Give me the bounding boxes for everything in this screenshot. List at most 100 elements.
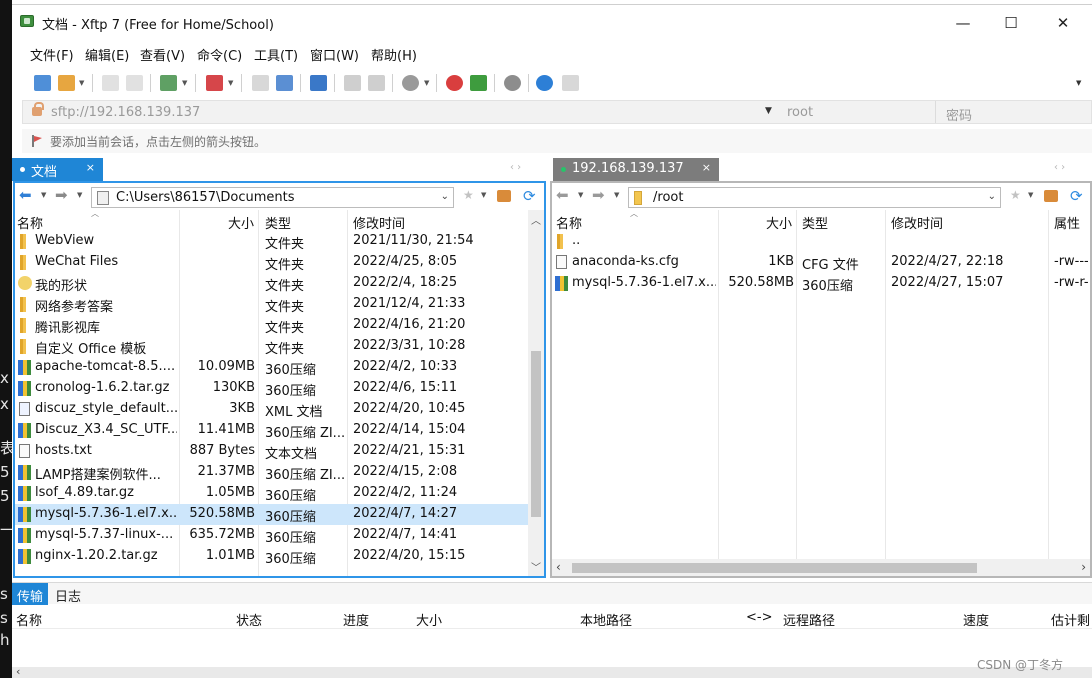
- tab-scroll-arrows[interactable]: ‹ ›: [510, 162, 521, 173]
- copy-path-icon[interactable]: [344, 75, 361, 91]
- scroll-thumb[interactable]: [531, 351, 541, 517]
- table-row[interactable]: lsof_4.89.tar.gz 1.05MB 360压缩 2022/4/2, 11:…: [15, 483, 544, 504]
- new-file-icon[interactable]: [252, 75, 269, 91]
- menu-view[interactable]: 查看(V): [140, 45, 185, 64]
- scroll-thumb[interactable]: [572, 563, 977, 573]
- header-attributes[interactable]: 属性: [1054, 213, 1080, 232]
- table-row[interactable]: mysql-5.7.36-1.el7.x... 520.58MB 360压缩 2022…: [15, 504, 544, 525]
- forward-arrow-icon[interactable]: ➡: [55, 186, 68, 204]
- flag-icon[interactable]: [31, 135, 43, 147]
- compare-icon[interactable]: [368, 75, 385, 91]
- new-folder-icon[interactable]: [276, 75, 293, 91]
- chat-icon[interactable]: [562, 75, 579, 91]
- favorite-dropdown-icon[interactable]: ▼: [1028, 191, 1033, 199]
- maximize-button[interactable]: ☐: [988, 9, 1034, 37]
- paste-icon[interactable]: [126, 75, 143, 91]
- path-dropdown-icon[interactable]: ⌄: [988, 191, 996, 202]
- tab-local-documents[interactable]: 文档 ×: [12, 158, 103, 181]
- password-input[interactable]: 密码: [946, 105, 972, 124]
- transfer-horizontal-scrollbar[interactable]: ‹: [12, 665, 1092, 678]
- menu-command[interactable]: 命令(C): [197, 45, 242, 64]
- new-transfer-icon[interactable]: [160, 75, 177, 91]
- back-dropdown-icon[interactable]: ▼: [41, 191, 46, 199]
- local-vertical-scrollbar[interactable]: ︿ ﹀: [528, 210, 544, 576]
- gear-icon[interactable]: [504, 75, 521, 91]
- table-row[interactable]: apache-tomcat-8.5.... 10.09MB 360压缩 2022/4/…: [15, 357, 544, 378]
- help-icon[interactable]: [536, 75, 553, 91]
- table-row[interactable]: LAMP搭建案例软件... 21.37MB 360压缩 ZI... 2022/4/15…: [15, 462, 544, 483]
- transfer-header-speed[interactable]: 速度: [963, 610, 989, 629]
- table-row[interactable]: 我的形状 文件夹 2022/2/4, 18:25: [15, 273, 544, 294]
- table-row[interactable]: 腾讯影视库 文件夹 2022/4/16, 21:20: [15, 315, 544, 336]
- forward-dropdown-icon[interactable]: ▼: [77, 191, 82, 199]
- open-folder-icon[interactable]: [58, 75, 75, 91]
- favorite-star-icon[interactable]: ★: [1010, 188, 1021, 202]
- status-dropdown-icon[interactable]: ▼: [424, 79, 429, 87]
- address-dropdown-icon[interactable]: ▼: [765, 106, 772, 116]
- transfer-header-size[interactable]: 大小: [416, 610, 442, 629]
- menu-file[interactable]: 文件(F): [30, 45, 74, 64]
- username-input[interactable]: root: [787, 105, 813, 120]
- menu-window[interactable]: 窗口(W): [310, 45, 359, 64]
- remote-path-input[interactable]: /root ⌄: [628, 187, 1001, 208]
- home-icon[interactable]: [1044, 190, 1058, 202]
- scroll-down-icon[interactable]: ﹀: [531, 559, 541, 574]
- xshell-icon[interactable]: [446, 75, 463, 91]
- local-path-input[interactable]: C:\Users\86157\Documents ⌄: [91, 187, 454, 208]
- sync-icon[interactable]: [310, 75, 327, 91]
- table-row[interactable]: hosts.txt 887 Bytes 文本文档 2022/4/21, 15:31: [15, 441, 544, 462]
- close-button[interactable]: ✕: [1040, 9, 1086, 37]
- table-row[interactable]: mysql-5.7.37-linux-... 635.72MB 360压缩 2022/…: [15, 525, 544, 546]
- terminal-dropdown-icon[interactable]: ▼: [228, 79, 233, 87]
- back-arrow-icon[interactable]: ⬅: [556, 186, 569, 204]
- scroll-right-icon[interactable]: ›: [1081, 560, 1086, 574]
- tab-close-icon[interactable]: ×: [86, 161, 95, 174]
- menu-help[interactable]: 帮助(H): [371, 45, 417, 64]
- menu-tools[interactable]: 工具(T): [254, 45, 298, 64]
- table-row[interactable]: 自定义 Office 模板 文件夹 2022/3/31, 10:28: [15, 336, 544, 357]
- table-row[interactable]: cronolog-1.6.2.tar.gz 130KB 360压缩 2022/4/6,…: [15, 378, 544, 399]
- header-modified[interactable]: 修改时间: [353, 213, 405, 232]
- favorite-star-icon[interactable]: ★: [463, 188, 474, 202]
- header-size[interactable]: 大小: [766, 213, 792, 232]
- new-session-icon[interactable]: [34, 75, 51, 91]
- scroll-up-icon[interactable]: ︿: [531, 212, 541, 227]
- refresh-icon[interactable]: ⟳: [1070, 187, 1083, 205]
- tab-close-icon[interactable]: ×: [702, 161, 711, 174]
- back-arrow-icon[interactable]: ⬅: [19, 186, 32, 204]
- table-row[interactable]: discuz_style_default... 3KB XML 文档 2022/4/2…: [15, 399, 544, 420]
- back-dropdown-icon[interactable]: ▼: [578, 191, 583, 199]
- minimize-button[interactable]: —: [940, 9, 986, 37]
- transfer-header-direction[interactable]: <->: [746, 610, 772, 625]
- table-row[interactable]: mysql-5.7.36-1.el7.x... 520.58MB 360压缩 2022…: [552, 273, 1090, 294]
- transfer-header-status[interactable]: 状态: [236, 610, 262, 629]
- terminal-icon[interactable]: [206, 75, 223, 91]
- path-dropdown-icon[interactable]: ⌄: [441, 191, 449, 202]
- table-row[interactable]: Discuz_X3.4_SC_UTF... 11.41MB 360压缩 ZI... 2…: [15, 420, 544, 441]
- table-row[interactable]: WeChat Files 文件夹 2022/4/25, 8:05: [15, 252, 544, 273]
- header-modified[interactable]: 修改时间: [891, 213, 943, 232]
- open-dropdown-icon[interactable]: ▼: [79, 79, 84, 87]
- address-input[interactable]: sftp://192.168.139.137: [51, 105, 200, 120]
- transfer-header-eta[interactable]: 估计剩: [1051, 610, 1090, 629]
- home-icon[interactable]: [497, 190, 511, 202]
- table-row[interactable]: 网络参考答案 文件夹 2021/12/4, 21:33: [15, 294, 544, 315]
- scroll-left-icon[interactable]: ‹: [556, 560, 561, 574]
- header-name[interactable]: 名称: [556, 213, 582, 232]
- transfer-header-progress[interactable]: 进度: [343, 610, 369, 629]
- tab-scroll-arrows[interactable]: ‹ ›: [1054, 162, 1065, 173]
- header-name[interactable]: 名称: [17, 213, 43, 232]
- table-row[interactable]: anaconda-ks.cfg 1KB CFG 文件 2022/4/27, 22:18…: [552, 252, 1090, 273]
- refresh-icon[interactable]: ⟳: [523, 187, 536, 205]
- transfer-dropdown-icon[interactable]: ▼: [182, 79, 187, 87]
- remote-horizontal-scrollbar[interactable]: ‹ ›: [552, 559, 1090, 576]
- tab-remote-host[interactable]: 192.168.139.137 ×: [553, 158, 719, 181]
- toolbar-overflow-icon[interactable]: ▼: [1076, 79, 1081, 87]
- forward-arrow-icon[interactable]: ➡: [592, 186, 605, 204]
- transfer-header-name[interactable]: 名称: [16, 610, 42, 629]
- title-bar[interactable]: 文档 - Xftp 7 (Free for Home/School) — ☐ ✕: [12, 5, 1092, 39]
- xftp-icon[interactable]: [470, 75, 487, 91]
- header-size[interactable]: 大小: [228, 213, 254, 232]
- tab-transfer[interactable]: 传输: [12, 583, 49, 605]
- status-icon[interactable]: [402, 75, 419, 91]
